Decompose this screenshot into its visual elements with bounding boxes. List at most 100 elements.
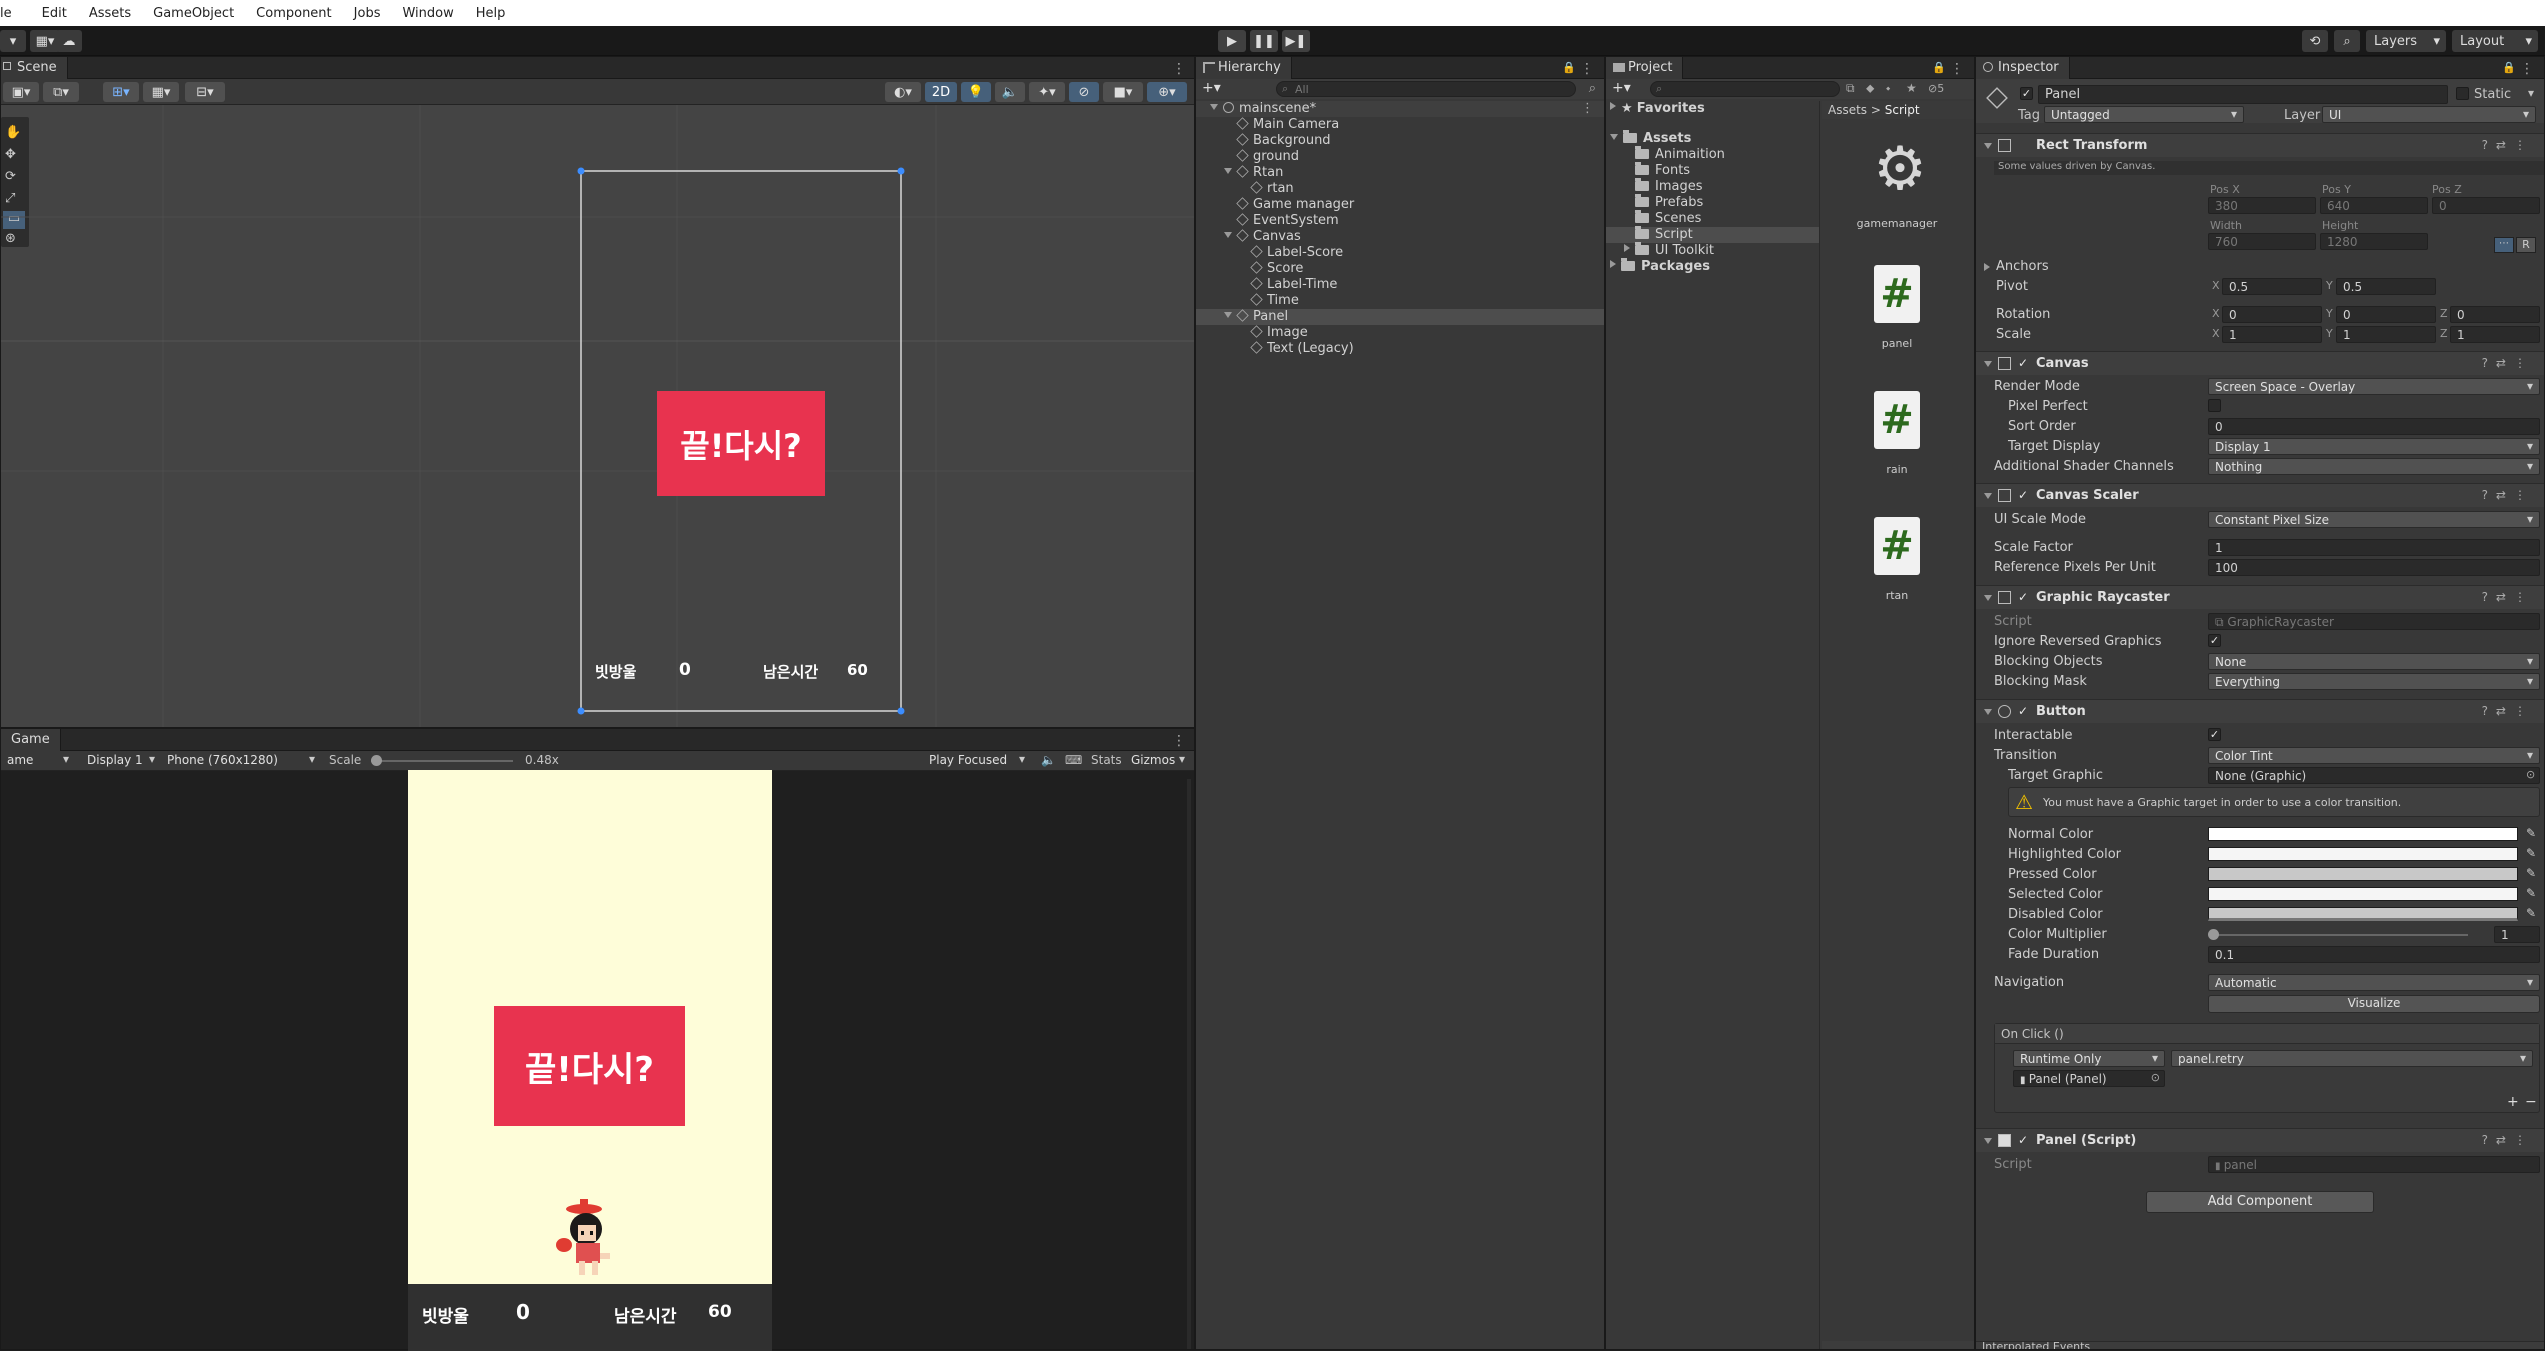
hierarchy-item[interactable]: Image [1196, 325, 1604, 341]
add-component-button[interactable]: Add Component [2146, 1191, 2374, 1213]
scale-slider-thumb[interactable] [371, 755, 382, 766]
toggle-2d-button[interactable]: 2D [925, 82, 957, 102]
anchors-foldout-icon[interactable] [1984, 263, 1990, 271]
tab-inspector[interactable]: Inspector [1976, 57, 2070, 79]
menu-help[interactable]: Help [468, 6, 514, 21]
kebab-icon[interactable]: ⋮ [1172, 61, 1186, 77]
mute-audio-icon[interactable]: 🔈 [1041, 753, 1056, 767]
project-search-input[interactable]: ⌕ [1650, 81, 1840, 97]
favorite-icon[interactable]: ★ [1906, 81, 1917, 95]
add-listener-icon[interactable]: + [2507, 1094, 2519, 1110]
breadcrumb-assets[interactable]: Assets [1828, 103, 1867, 117]
tab-game[interactable]: Game [1, 729, 61, 751]
foldout-icon[interactable] [1984, 493, 1992, 499]
target-display-dropdown[interactable]: Display 1 [2208, 438, 2540, 455]
hierarchy-item[interactable]: Game manager [1196, 197, 1604, 213]
keyboard-icon[interactable]: ⌨ [1065, 753, 1082, 767]
asset-tile[interactable]: # rtan [1822, 517, 1972, 627]
pixel-perfect-checkbox[interactable] [2208, 399, 2221, 412]
foldout-icon[interactable] [1984, 143, 1992, 149]
effects-dropdown[interactable]: ✦▾ [1029, 82, 1065, 102]
foldout-icon[interactable] [1984, 595, 1992, 601]
pressed-color-swatch[interactable] [2208, 867, 2518, 881]
scale-y-field[interactable]: 1 [2336, 326, 2436, 343]
filter-label-icon[interactable]: ⬥ [1866, 81, 1874, 96]
hierarchy-item[interactable]: Label-Score [1196, 245, 1604, 261]
hierarchy-item[interactable]: Label-Time [1196, 277, 1604, 293]
create-button[interactable]: +▾ [1202, 80, 1221, 96]
rect-transform-header[interactable]: Rect Transform ?⇄⋮ [1976, 133, 2544, 157]
component-menu-icons[interactable]: ?⇄⋮ [2482, 356, 2534, 370]
expand-arrow-icon[interactable] [1624, 244, 1630, 252]
hierarchy-item[interactable]: Score [1196, 261, 1604, 277]
object-name-input[interactable]: Panel [2038, 85, 2448, 104]
menu-gameobject[interactable]: GameObject [145, 6, 242, 21]
kebab-icon[interactable]: ⋮ [2520, 61, 2534, 77]
anchors-label[interactable]: Anchors [1996, 259, 2049, 274]
rot-y-field[interactable]: 0 [2336, 306, 2436, 323]
play-button[interactable]: ▶ [1218, 30, 1246, 52]
project-tree-item[interactable]: Images [1606, 178, 1819, 195]
shading-dropdown[interactable]: ◐▾ [885, 82, 921, 102]
account-dropdown[interactable]: ▾ [0, 30, 26, 52]
asset-tile[interactable]: # panel [1822, 265, 1972, 375]
expand-arrow-icon[interactable] [1224, 232, 1232, 238]
navigation-dropdown[interactable]: Automatic [2208, 974, 2540, 991]
tag-dropdown[interactable]: Untagged [2044, 106, 2244, 123]
visualize-button[interactable]: Visualize [2208, 995, 2540, 1013]
lock-icon[interactable]: 🔒 [1562, 61, 1576, 74]
expand-arrow-icon[interactable] [1210, 104, 1218, 110]
gizmos-dropdown[interactable]: Gizmos [1125, 752, 1191, 769]
menu-file[interactable]: le [0, 6, 20, 21]
fade-duration-field[interactable]: 0.1 [2208, 946, 2540, 963]
audio-toggle-icon[interactable]: 🔈 [995, 82, 1025, 102]
blocking-objects-dropdown[interactable]: None [2208, 653, 2540, 670]
menu-assets[interactable]: Assets [81, 6, 139, 21]
component-menu-icons[interactable]: ?⇄⋮ [2482, 590, 2534, 604]
menu-edit[interactable]: Edit [34, 6, 75, 21]
hierarchy-item[interactable]: Panel [1196, 309, 1604, 325]
hidden-count-icon[interactable]: ⊘5 [1928, 82, 1944, 95]
target-graphic-field[interactable]: None (Graphic) [2208, 767, 2540, 784]
pause-button[interactable]: ❚❚ [1250, 30, 1278, 52]
display-dropdown[interactable]: Display 1 [81, 752, 161, 769]
blocking-mask-dropdown[interactable]: Everything [2208, 673, 2540, 690]
game-retry-button[interactable]: 끝!다시? [494, 1006, 685, 1126]
hierarchy-item[interactable]: ground [1196, 149, 1604, 165]
color-multiplier-slider[interactable] [2208, 929, 2468, 940]
project-tree-item[interactable]: Prefabs [1606, 194, 1819, 211]
breadcrumb-script[interactable]: Script [1885, 103, 1920, 117]
ref-ppu-field[interactable]: 100 [2208, 559, 2540, 576]
disabled-color-swatch[interactable] [2208, 907, 2518, 921]
hierarchy-item[interactable]: Rtan [1196, 165, 1604, 181]
expand-arrow-icon[interactable] [1610, 134, 1618, 140]
history-icon[interactable]: ⟲ [2302, 30, 2328, 52]
filter-tag-icon[interactable]: ⬩ [1886, 81, 1890, 96]
hierarchy-search-input[interactable]: ⌕ All [1276, 81, 1576, 97]
resolution-dropdown[interactable]: Phone (760x1280) [161, 752, 321, 769]
eyedropper-icon[interactable]: ✎ [2526, 906, 2536, 920]
eyedropper-icon[interactable]: ✎ [2526, 886, 2536, 900]
search-icon[interactable]: ⌕ [2334, 30, 2360, 52]
project-tree-item[interactable]: ★ Favorites [1606, 101, 1819, 117]
interpolated-events-tab[interactable]: Interpolated Events [1976, 1341, 2544, 1349]
cloud-icon[interactable]: ☁ [56, 30, 82, 52]
project-tree-item[interactable]: Scenes [1606, 210, 1819, 227]
scale-factor-field[interactable]: 1 [2208, 539, 2540, 556]
pivot-x-field[interactable]: 0.5 [2222, 278, 2322, 295]
pos-z-field[interactable]: 0 [2432, 197, 2540, 214]
project-tree-item[interactable]: Animaition [1606, 146, 1819, 163]
runtime-dropdown[interactable]: Runtime Only [2013, 1050, 2165, 1067]
expand-arrow-icon[interactable] [1610, 102, 1616, 110]
component-menu-icons[interactable]: ?⇄⋮ [2482, 1133, 2534, 1147]
project-tree-item[interactable]: Packages [1606, 258, 1819, 275]
search-type-icon[interactable]: ⧉ [1846, 81, 1855, 96]
hierarchy-item[interactable]: mainscene* ⋮ [1196, 101, 1604, 117]
target-object-field[interactable]: ▮ Panel (Panel) ⊙ [2013, 1070, 2165, 1087]
ui-scale-mode-dropdown[interactable]: Constant Pixel Size [2208, 511, 2540, 528]
transition-dropdown[interactable]: Color Tint [2208, 747, 2540, 764]
tab-hierarchy[interactable]: Hierarchy [1196, 57, 1292, 79]
lock-icon[interactable]: 🔒 [1932, 61, 1946, 74]
scale-x-field[interactable]: 1 [2222, 326, 2322, 343]
layer-dropdown[interactable]: UI [2322, 106, 2536, 123]
